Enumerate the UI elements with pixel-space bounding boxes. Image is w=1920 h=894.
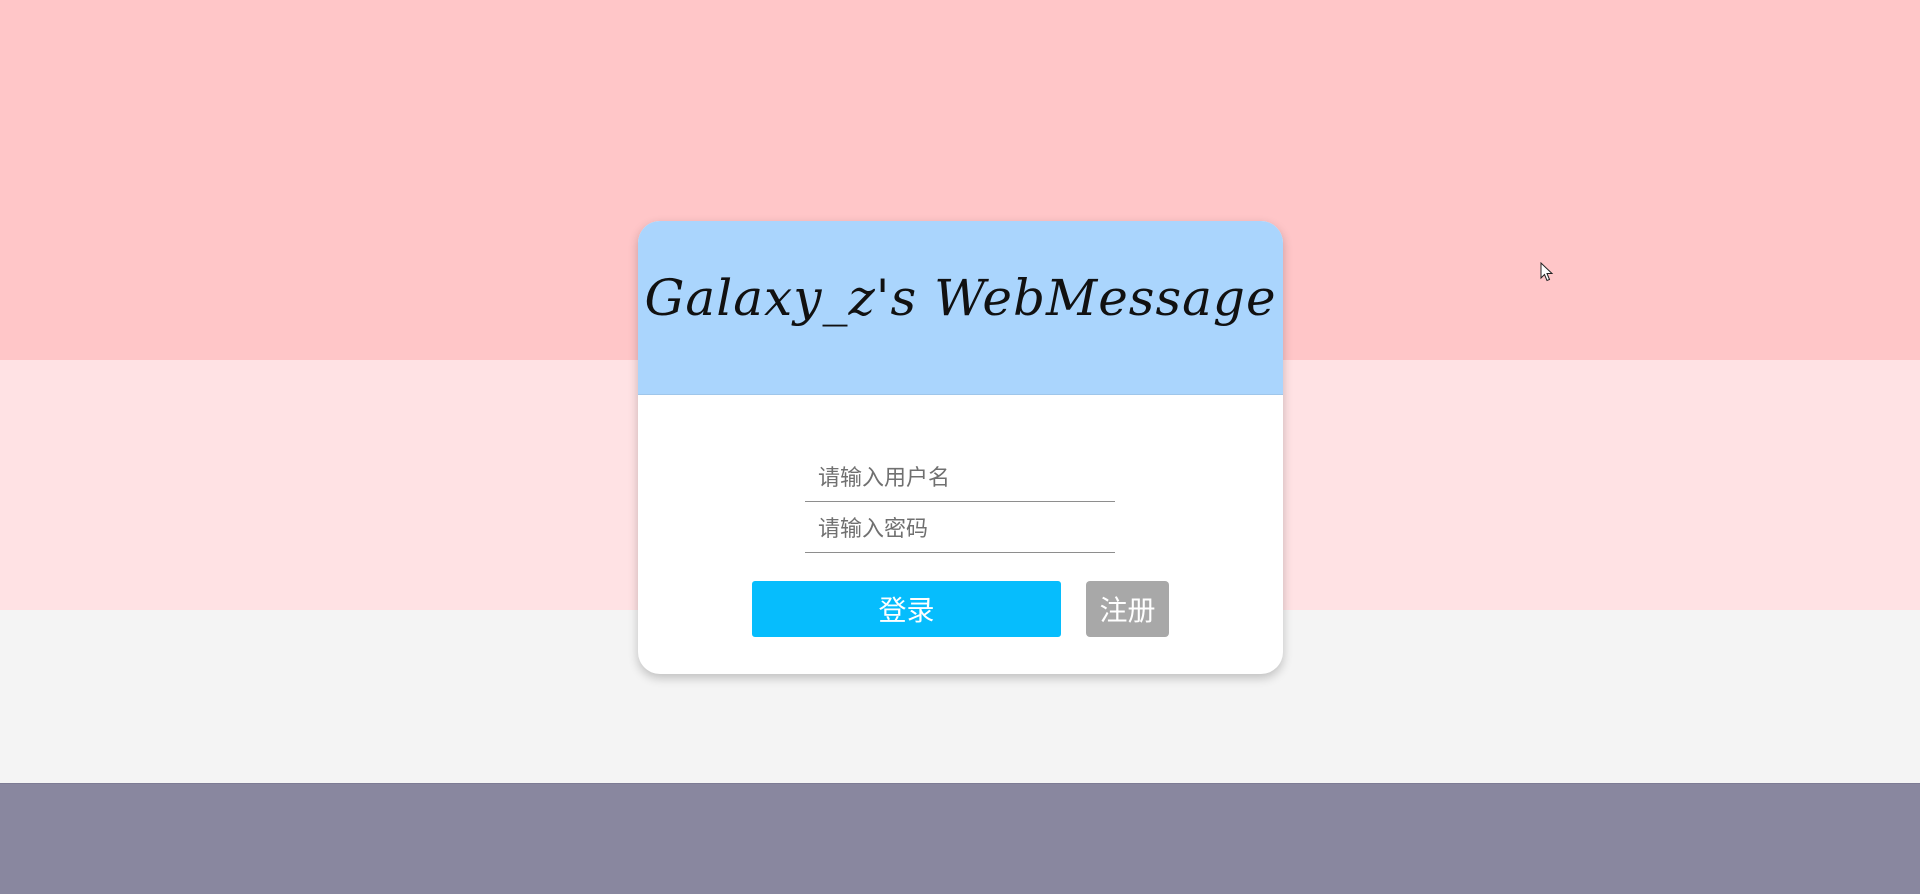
login-button[interactable]: 登录 (752, 581, 1061, 637)
login-card-header: Galaxy_z's WebMessage (638, 221, 1283, 395)
login-page: Galaxy_z's WebMessage 登录 注册 (0, 0, 1920, 894)
site-title: Galaxy_z's WebMessage (644, 269, 1277, 327)
background-band-bottom (0, 783, 1920, 894)
login-card: Galaxy_z's WebMessage 登录 注册 (638, 221, 1283, 674)
register-button[interactable]: 注册 (1086, 581, 1169, 637)
mouse-pointer-icon (1540, 262, 1554, 282)
password-input[interactable] (805, 503, 1115, 553)
username-input[interactable] (805, 452, 1115, 502)
